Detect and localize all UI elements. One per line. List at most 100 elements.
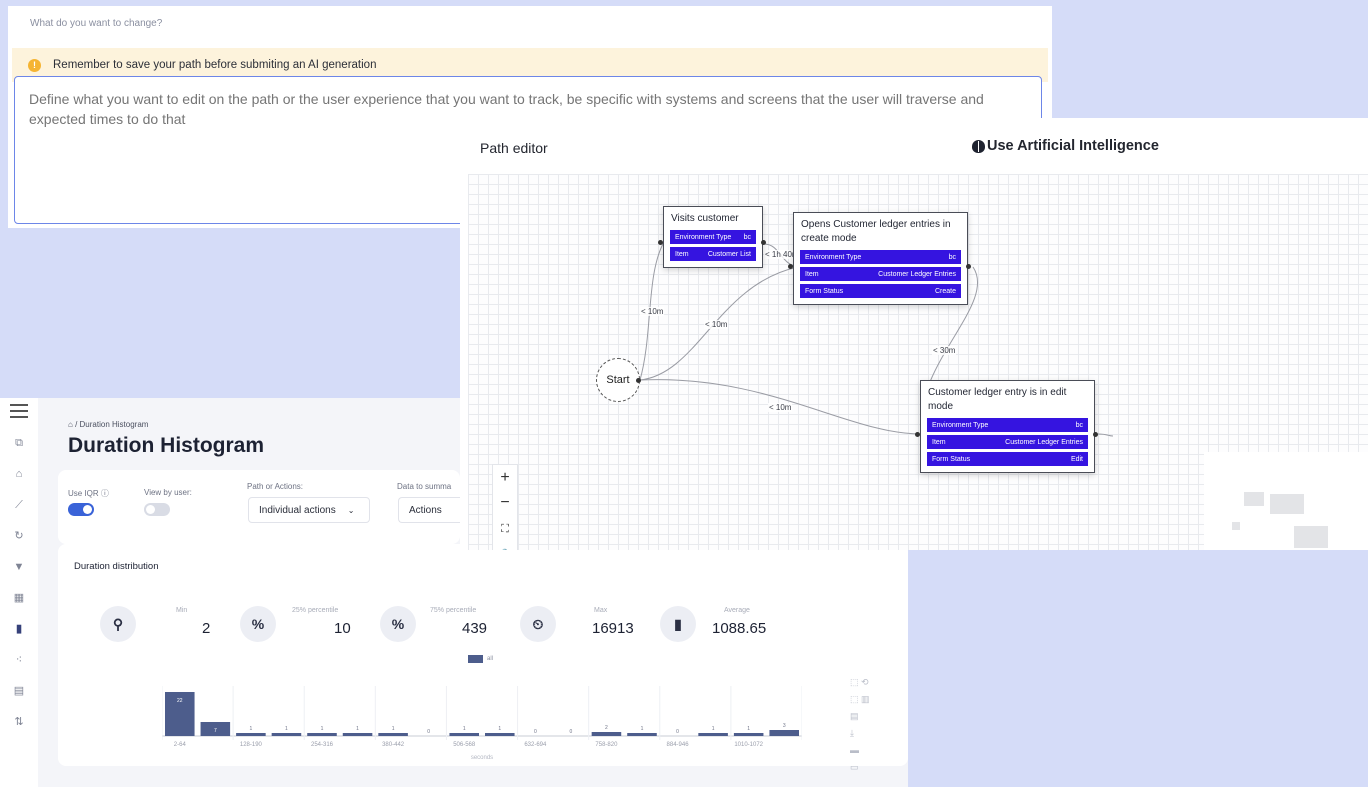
chart-toolbox: ⬚ ⟲ ⬚ ▥ ▤ ⤓ ▬ ▭ <box>850 674 880 776</box>
path-node-ledger-edit-mode[interactable]: Customer ledger entry is in edit mode En… <box>920 380 1095 473</box>
breadcrumb: ⌂ / Duration Histogram <box>68 420 148 429</box>
bar-data-label: 0 <box>569 729 572 735</box>
download-icon[interactable]: ⤓ <box>850 725 880 742</box>
node-output-port[interactable] <box>761 240 766 245</box>
line-chart-icon[interactable]: ⬚ ▥ <box>850 691 880 708</box>
filter-card: Use IQR ⓘ View by user: Path or Actions:… <box>58 470 460 544</box>
funnel-icon[interactable]: ▼ <box>14 552 25 583</box>
mini-map[interactable] <box>1204 452 1368 550</box>
fit-view-button[interactable]: ⛶ <box>501 519 509 539</box>
histogram-bar <box>449 733 479 736</box>
menu-icon[interactable] <box>10 404 28 418</box>
x-tick-label: 254-316 <box>311 742 334 748</box>
bar-data-label: 0 <box>676 729 679 735</box>
trend-chart-icon[interactable]: ⟋ <box>15 490 23 521</box>
bar-data-label: 3 <box>783 723 786 729</box>
bar-data-label: 1 <box>321 726 324 732</box>
edge-label-start-visits: < 10m <box>640 307 665 316</box>
node-title: Opens Customer ledger entries in create … <box>801 219 951 244</box>
pin-icon: ⚲ <box>100 606 136 642</box>
bar-data-label: 22 <box>177 698 183 704</box>
node-property: Environment Type bc <box>670 230 756 244</box>
x-tick-label: 1010-1072 <box>734 742 763 748</box>
x-tick-label: 380-442 <box>382 742 405 748</box>
path-or-actions-label: Path or Actions: <box>247 482 304 491</box>
path-editor-header: Path editor Use Artificial Intelligence <box>460 118 1368 174</box>
bar-data-label: 1 <box>356 726 359 732</box>
node-property: Item Customer List <box>670 247 756 261</box>
x-tick-label: 128-190 <box>240 742 263 748</box>
warning-icon: ! <box>28 58 41 72</box>
save-warning-text: Remember to save your path before submit… <box>53 59 377 71</box>
path-or-actions-select[interactable]: Individual actions ⌄ <box>248 497 370 523</box>
bar-data-label: 1 <box>712 726 715 732</box>
info-icon: ⓘ <box>98 489 109 498</box>
bar-data-label: 1 <box>463 726 466 732</box>
node-input-port[interactable] <box>915 432 920 437</box>
page-title: Duration Histogram <box>68 434 265 457</box>
node-output-port[interactable] <box>966 264 971 269</box>
lock-button[interactable]: 🔒 <box>499 545 511 550</box>
legend-swatch <box>468 655 483 663</box>
bar-data-label: 1 <box>249 726 252 732</box>
x-axis-label: seconds <box>471 755 493 761</box>
histogram-bar <box>733 733 764 736</box>
scatter-icon[interactable]: ⁖ <box>16 645 22 676</box>
data-to-summarize-select[interactable]: Actions <box>398 497 460 523</box>
path-node-opens-ledger-create[interactable]: Opens Customer ledger entries in create … <box>793 212 968 305</box>
histogram-icon[interactable]: ▮ <box>16 614 22 645</box>
report-icon[interactable]: ▤ <box>14 676 24 707</box>
start-node[interactable]: Start <box>596 358 640 402</box>
sidebar: ⧉ ⌂ ⟋ ↻ ▼ ▦ ▮ ⁖ ▤ ⇅ <box>0 398 38 787</box>
histogram-bar <box>307 733 337 736</box>
zoom-icon[interactable]: ⬚ ⟲ <box>850 674 880 691</box>
path-or-actions-value: Individual actions <box>259 504 336 516</box>
use-iqr-toggle[interactable] <box>68 503 94 516</box>
average-icon: ▮ <box>660 606 696 642</box>
node-input-port[interactable] <box>788 264 793 269</box>
use-ai-button[interactable]: Use Artificial Intelligence <box>972 138 1159 154</box>
histogram-bar <box>485 733 515 736</box>
duration-histogram-chart: 22 2-64 7 1 128-190 1 1 254-316 1 1 380-442 0 1 506-5… <box>162 686 802 761</box>
histogram-bar <box>769 730 799 736</box>
edge-label-start-edit: < 10m <box>768 403 793 412</box>
path-canvas[interactable]: < 10m < 10m < 1h 40m < 30m < 10m Start V… <box>468 174 1368 550</box>
refresh-icon[interactable]: ↻ <box>14 521 23 552</box>
view-by-user-toggle[interactable] <box>144 503 170 516</box>
node-input-port[interactable] <box>658 240 663 245</box>
bar-data-label: 2 <box>605 725 608 731</box>
zoom-out-button[interactable]: − <box>500 493 509 513</box>
data-to-summarize-label: Data to summa <box>397 482 452 491</box>
node-output-port[interactable] <box>1093 432 1098 437</box>
x-tick-label: 632-694 <box>524 742 547 748</box>
histogram-bar <box>698 733 728 736</box>
flow-icon[interactable]: ⇅ <box>14 707 23 738</box>
histogram-bar <box>627 733 657 736</box>
path-node-visits-customer[interactable]: Visits customer Environment Type bc Item C… <box>663 206 763 268</box>
node-property: Item Customer Ledger Entries <box>927 435 1088 449</box>
histogram-bar <box>591 732 622 736</box>
path-editor-title: Path editor <box>480 140 548 156</box>
view-by-user-label: View by user: <box>144 488 192 497</box>
bar-data-label: 0 <box>534 729 537 735</box>
home-icon[interactable]: ⌂ <box>16 459 23 490</box>
chart-legend[interactable]: all <box>468 655 493 663</box>
briefcase-icon[interactable]: ⧉ <box>15 428 23 459</box>
histogram-bar <box>378 733 408 736</box>
bar-data-label: 1 <box>641 726 644 732</box>
bar-data-label: 7 <box>214 728 217 734</box>
start-port[interactable] <box>636 378 641 383</box>
bar-data-label: 1 <box>392 726 395 732</box>
histogram-bar <box>236 733 266 736</box>
bar-data-label: 1 <box>285 726 288 732</box>
breadcrumb-home-icon[interactable]: ⌂ <box>68 420 73 429</box>
stack-toggle-icon[interactable]: ▭ <box>850 759 880 776</box>
node-property: Form Status Edit <box>927 452 1088 466</box>
bar-toggle-icon[interactable]: ▬ <box>850 742 880 759</box>
zoom-in-button[interactable]: + <box>500 468 509 488</box>
table-icon[interactable]: ▦ <box>14 583 24 614</box>
data-view-icon[interactable]: ▤ <box>850 708 880 725</box>
bar-data-label: 1 <box>498 726 501 732</box>
use-iqr-label: Use IQR ⓘ <box>68 489 109 498</box>
node-title: Visits customer <box>671 213 739 224</box>
